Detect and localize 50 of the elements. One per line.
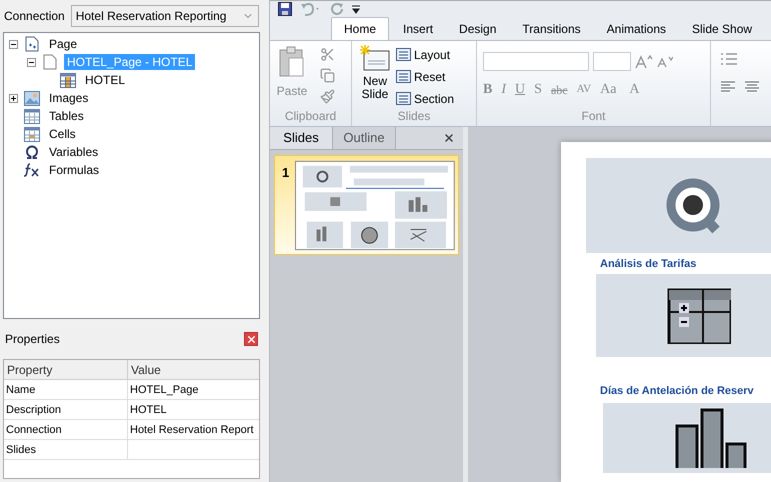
table-icon	[666, 288, 730, 344]
connection-dropdown[interactable]: Hotel Reservation Reporting	[70, 5, 259, 27]
tree-item[interactable]: Images	[46, 90, 92, 106]
pane-tab[interactable]: Slides	[270, 127, 333, 149]
layout-icon	[396, 70, 411, 83]
table-cell: HOTEL	[130, 404, 167, 416]
properties-title: Properties	[5, 331, 60, 348]
table-cell: Connection	[6, 424, 62, 436]
tree-item[interactable]: Cells	[46, 126, 79, 142]
customize-toolbar-icon[interactable]	[352, 4, 360, 14]
slide-number: 1	[282, 164, 290, 182]
close-icon[interactable]	[443, 132, 455, 144]
collapse-toggle[interactable]	[9, 40, 18, 48]
slide-heading: Análisis de Tarifas	[600, 257, 696, 272]
layout-icon	[396, 92, 411, 105]
group-label: Clipboard	[284, 108, 338, 125]
pane-tab[interactable]: Outline	[333, 127, 396, 149]
group-label: Slides	[396, 108, 432, 125]
close-button[interactable]	[244, 332, 258, 346]
tree-item[interactable]: Page	[46, 36, 80, 52]
column-header: Property	[4, 360, 128, 379]
table-icon	[24, 108, 40, 124]
layout-icon	[396, 48, 411, 61]
save-icon[interactable]	[278, 2, 292, 16]
omega-icon	[25, 145, 39, 159]
document-icon	[43, 54, 57, 70]
close-icon	[246, 334, 256, 344]
cells-icon	[24, 126, 40, 142]
table-cell: Slides	[6, 444, 36, 456]
clipboard-icon	[278, 46, 306, 78]
table-cell: Description	[6, 404, 62, 416]
function-icon	[23, 163, 41, 177]
tree-item[interactable]: Variables	[46, 144, 102, 160]
slide-thumbnail-drawing[interactable]	[295, 160, 455, 251]
collapse-toggle[interactable]	[27, 58, 36, 66]
image-icon	[24, 90, 40, 106]
column-header: Value	[130, 362, 162, 379]
thumbnail-frame[interactable]: 1	[274, 155, 459, 255]
group-label: Font	[580, 108, 606, 125]
connection-label: Connection	[4, 8, 65, 25]
tree-item[interactable]: HOTEL	[82, 72, 128, 88]
expand-toggle[interactable]	[9, 94, 18, 102]
tree-item[interactable]: Formulas	[46, 162, 102, 178]
table-cell: Name	[6, 384, 36, 396]
table-icon	[60, 72, 76, 88]
tree-item[interactable]: Tables	[46, 108, 87, 124]
page-icon	[25, 36, 39, 52]
slide-heading: Días de Antelación de Reserv	[600, 384, 754, 399]
table-cell: HOTEL_Page	[130, 384, 198, 396]
table-cell: Hotel Reservation Report	[130, 424, 254, 436]
